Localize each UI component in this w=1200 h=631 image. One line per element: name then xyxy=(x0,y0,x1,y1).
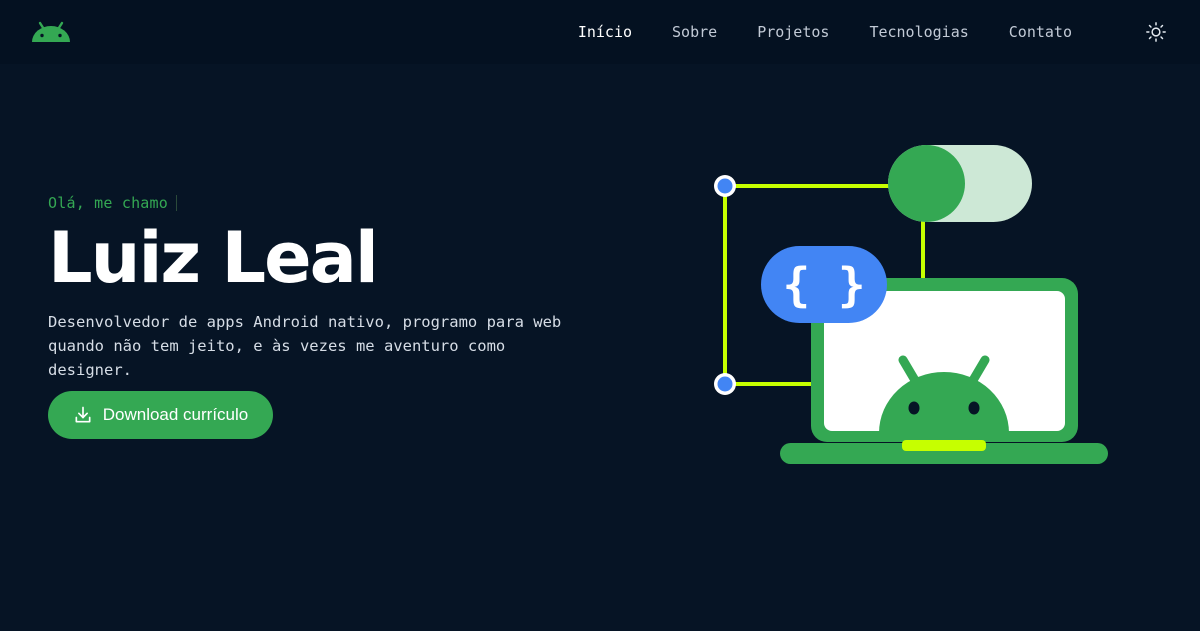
code-badge-text: { } xyxy=(782,258,865,312)
nav-link-contato[interactable]: Contato xyxy=(1009,23,1072,41)
toggle-switch-icon xyxy=(888,145,1032,222)
typing-cursor xyxy=(176,195,177,211)
navbar: Início Sobre Projetos Tecnologias Contat… xyxy=(0,0,1200,64)
nav-link-sobre[interactable]: Sobre xyxy=(672,23,717,41)
greeting-text: Olá, me chamo xyxy=(48,194,168,212)
greeting: Olá, me chamo xyxy=(48,188,608,218)
android-logo-icon[interactable] xyxy=(31,20,71,44)
download-cv-button[interactable]: Download currículo xyxy=(48,391,273,439)
nav-link-tecnologias[interactable]: Tecnologias xyxy=(869,23,968,41)
code-badge: { } xyxy=(761,246,887,323)
nav-links: Início Sobre Projetos Tecnologias Contat… xyxy=(578,0,1072,64)
hero-illustration: { } xyxy=(700,130,1120,480)
nav-link-inicio[interactable]: Início xyxy=(578,23,632,41)
sun-icon xyxy=(1146,22,1166,42)
hero-name: Luiz Leal xyxy=(48,217,379,299)
theme-toggle-button[interactable] xyxy=(1143,19,1169,45)
download-icon xyxy=(75,406,91,423)
hero-description: Desenvolvedor de apps Android nativo, pr… xyxy=(48,313,562,379)
nav-link-projetos[interactable]: Projetos xyxy=(757,23,829,41)
page: Início Sobre Projetos Tecnologias Contat… xyxy=(0,0,1200,631)
download-cv-label: Download currículo xyxy=(102,405,249,424)
hero-section: Olá, me chamo Luiz Leal Desenvolvedor de… xyxy=(48,188,608,398)
